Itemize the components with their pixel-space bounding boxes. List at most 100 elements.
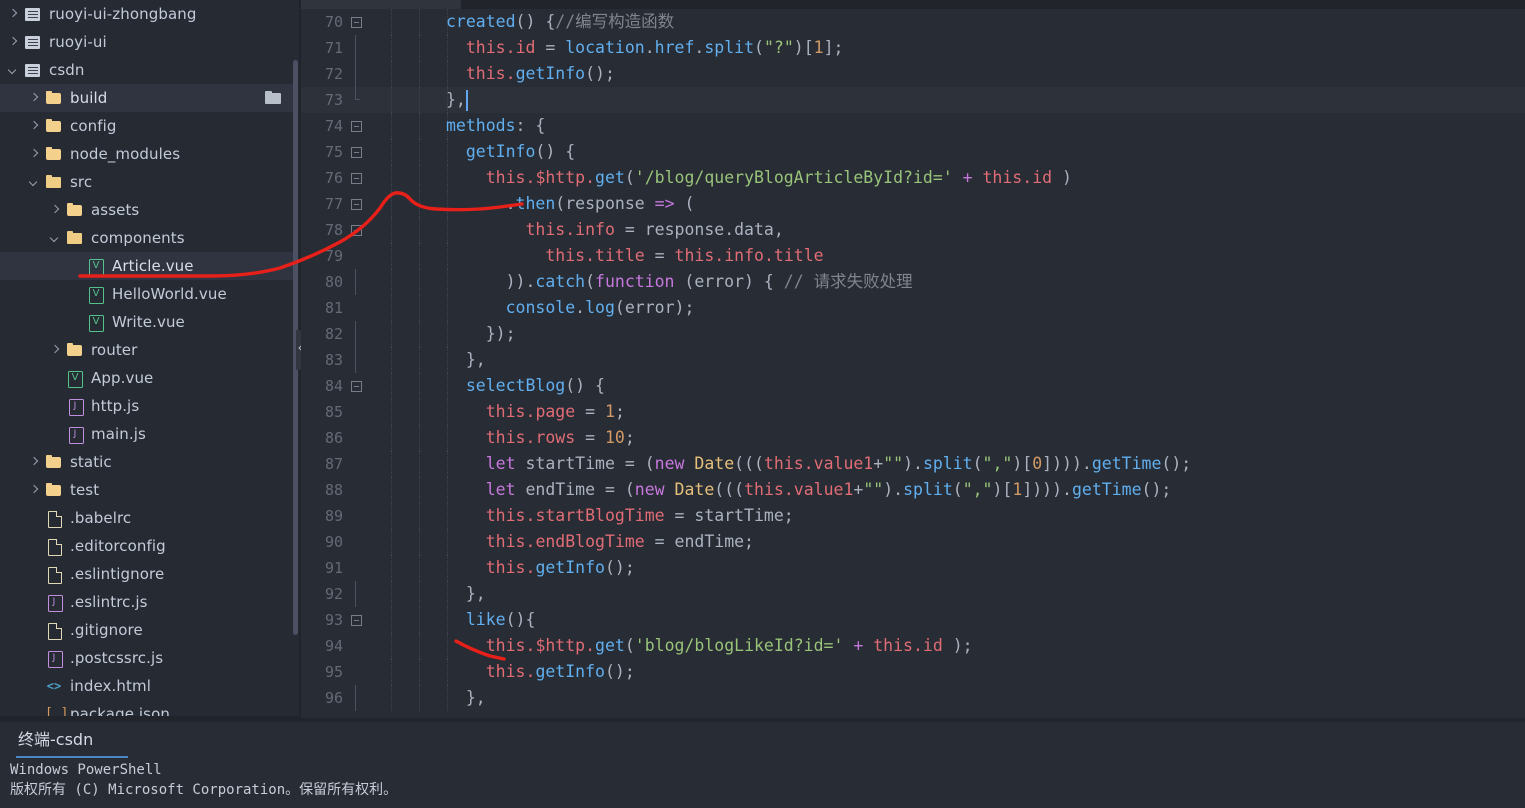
tree-item-babelrc[interactable]: .babelrc bbox=[0, 504, 293, 532]
indent-guide bbox=[391, 685, 393, 711]
tree-item-src[interactable]: src bbox=[0, 168, 293, 196]
text-file-icon bbox=[45, 621, 63, 640]
code-text: this.getInfo(); bbox=[485, 662, 635, 681]
terminal-panel[interactable]: 终端-csdn Windows PowerShell 版权所有 (C) Micro… bbox=[0, 722, 1525, 808]
chevron-right-icon[interactable] bbox=[29, 149, 40, 160]
code-line[interactable]: 85 this.page = 1; bbox=[301, 399, 1525, 425]
tree-item-config[interactable]: config bbox=[0, 112, 293, 140]
tree-item-static[interactable]: static bbox=[0, 448, 293, 476]
fold-toggle-icon[interactable] bbox=[351, 147, 362, 158]
fold-toggle-icon[interactable] bbox=[351, 199, 362, 210]
vue-file-icon bbox=[87, 257, 105, 276]
tree-item-csdn[interactable]: csdn bbox=[0, 56, 293, 84]
code-line[interactable]: 73}, bbox=[301, 87, 1525, 113]
chevron-right-icon[interactable] bbox=[29, 121, 40, 132]
indent-guide bbox=[391, 581, 393, 607]
fold-toggle-icon[interactable] bbox=[351, 17, 362, 28]
fold-guide-end bbox=[355, 87, 360, 100]
code-line[interactable]: 90 this.endBlogTime = endTime; bbox=[301, 529, 1525, 555]
code-line[interactable]: 89 this.startBlogTime = startTime; bbox=[301, 503, 1525, 529]
chevron-right-icon[interactable] bbox=[8, 37, 19, 48]
tree-item-eslintrc-js[interactable]: .eslintrc.js bbox=[0, 588, 293, 616]
tree-item-write-vue[interactable]: Write.vue bbox=[0, 308, 293, 336]
tree-item-postcssrc-js[interactable]: .postcssrc.js bbox=[0, 644, 293, 672]
tree-item-main-js[interactable]: main.js bbox=[0, 420, 293, 448]
chevron-down-icon[interactable] bbox=[50, 233, 61, 244]
code-line[interactable]: 75 getInfo() { bbox=[301, 139, 1525, 165]
editor-tab-active[interactable] bbox=[301, 0, 461, 9]
line-number: 72 bbox=[324, 65, 343, 83]
tree-item-node-modules[interactable]: node_modules bbox=[0, 140, 293, 168]
code-line[interactable]: 77 .then(response => ( bbox=[301, 191, 1525, 217]
tree-item-label: index.html bbox=[70, 677, 151, 695]
js-file-icon bbox=[66, 425, 84, 444]
tree-item-index-html[interactable]: <> index.html bbox=[0, 672, 293, 700]
code-line[interactable]: 74 methods: { bbox=[301, 113, 1525, 139]
terminal-line: Windows PowerShell bbox=[10, 762, 162, 778]
indent-guide bbox=[391, 373, 393, 399]
code-line[interactable]: 94 this.$http.get('blog/blogLikeId?id=' … bbox=[301, 633, 1525, 659]
tree-item-router[interactable]: router bbox=[0, 336, 293, 364]
tree-item-components[interactable]: components bbox=[0, 224, 293, 252]
code-line[interactable]: 91 this.getInfo(); bbox=[301, 555, 1525, 581]
code-editor[interactable]: 70 created() {//编写构造函数 71 this.id = locati… bbox=[301, 0, 1525, 718]
tree-item-editorconfig[interactable]: .editorconfig bbox=[0, 532, 293, 560]
fold-toggle-icon[interactable] bbox=[351, 121, 362, 132]
tree-item-article-vue[interactable]: Article.vue bbox=[0, 252, 293, 280]
code-line[interactable]: 86 this.rows = 10; bbox=[301, 425, 1525, 451]
code-line[interactable]: 81 console.log(error); bbox=[301, 295, 1525, 321]
tree-item-app-vue[interactable]: App.vue bbox=[0, 364, 293, 392]
chevron-right-icon[interactable] bbox=[29, 93, 40, 104]
chevron-down-icon[interactable] bbox=[8, 65, 19, 76]
code-line[interactable]: 76 this.$http.get('/blog/queryBlogArticl… bbox=[301, 165, 1525, 191]
code-line[interactable]: 79 this.title = this.info.title bbox=[301, 243, 1525, 269]
tree-item-eslintignore[interactable]: .eslintignore bbox=[0, 560, 293, 588]
code-line[interactable]: 72 this.getInfo(); bbox=[301, 61, 1525, 87]
indent-guide bbox=[419, 633, 421, 659]
fold-toggle-icon[interactable] bbox=[351, 225, 362, 236]
code-line[interactable]: 80 )).catch(function (error) { // 请求失败处理 bbox=[301, 269, 1525, 295]
chevron-right-icon[interactable] bbox=[29, 457, 40, 468]
fold-toggle-icon[interactable] bbox=[351, 173, 362, 184]
tree-item-build[interactable]: build bbox=[0, 84, 293, 112]
chevron-right-icon[interactable] bbox=[50, 205, 61, 216]
code-line[interactable]: 71 this.id = location.href.split("?")[1]… bbox=[301, 35, 1525, 61]
fold-toggle-icon[interactable] bbox=[351, 381, 362, 392]
tree-item-http-js[interactable]: http.js bbox=[0, 392, 293, 420]
code-line[interactable]: 93 like(){ bbox=[301, 607, 1525, 633]
tree-item-ruoyi-ui-zhongbang[interactable]: ruoyi-ui-zhongbang bbox=[0, 0, 293, 28]
code-line[interactable]: 88 let endTime = (new Date(((this.value1… bbox=[301, 477, 1525, 503]
fold-toggle-icon[interactable] bbox=[351, 615, 362, 626]
indent-guide bbox=[419, 269, 421, 295]
editor-code-area[interactable]: 70 created() {//编写构造函数 71 this.id = locati… bbox=[301, 9, 1525, 718]
code-line[interactable]: 87 let startTime = (new Date(((this.valu… bbox=[301, 451, 1525, 477]
tree-item-helloworld-vue[interactable]: HelloWorld.vue bbox=[0, 280, 293, 308]
terminal-tab-csdn[interactable]: 终端-csdn bbox=[18, 726, 93, 759]
code-text: getInfo() { bbox=[465, 142, 576, 161]
chevron-right-icon[interactable] bbox=[29, 485, 40, 496]
code-line[interactable]: 96 }, bbox=[301, 685, 1525, 711]
tree-item-gitignore[interactable]: .gitignore bbox=[0, 616, 293, 644]
tree-item-assets[interactable]: assets bbox=[0, 196, 293, 224]
chevron-right-icon[interactable] bbox=[8, 9, 19, 20]
code-line[interactable]: 78 this.info = response.data, bbox=[301, 217, 1525, 243]
chevron-down-icon[interactable] bbox=[29, 177, 40, 188]
tree-item-label: components bbox=[91, 229, 185, 247]
folder-icon bbox=[45, 145, 63, 163]
project-sidebar[interactable]: ruoyi-ui-zhongbang ruoyi-ui csdn build confi… bbox=[0, 0, 300, 722]
terminal-tab-bar[interactable]: 终端-csdn bbox=[0, 722, 1525, 760]
code-line[interactable]: 82 }); bbox=[301, 321, 1525, 347]
project-file-tree[interactable]: ruoyi-ui-zhongbang ruoyi-ui csdn build confi… bbox=[0, 0, 293, 722]
code-line[interactable]: 95 this.getInfo(); bbox=[301, 659, 1525, 685]
editor-tab-strip[interactable] bbox=[301, 0, 1525, 9]
chevron-right-icon[interactable] bbox=[50, 345, 61, 356]
code-line[interactable]: 83 }, bbox=[301, 347, 1525, 373]
terminal-output[interactable]: Windows PowerShell 版权所有 (C) Microsoft Cor… bbox=[0, 760, 1525, 808]
code-line[interactable]: 84 selectBlog() { bbox=[301, 373, 1525, 399]
code-line[interactable]: 70 created() {//编写构造函数 bbox=[301, 9, 1525, 35]
tree-item-test[interactable]: test bbox=[0, 476, 293, 504]
code-line[interactable]: 92 }, bbox=[301, 581, 1525, 607]
tree-item-ruoyi-ui[interactable]: ruoyi-ui bbox=[0, 28, 293, 56]
